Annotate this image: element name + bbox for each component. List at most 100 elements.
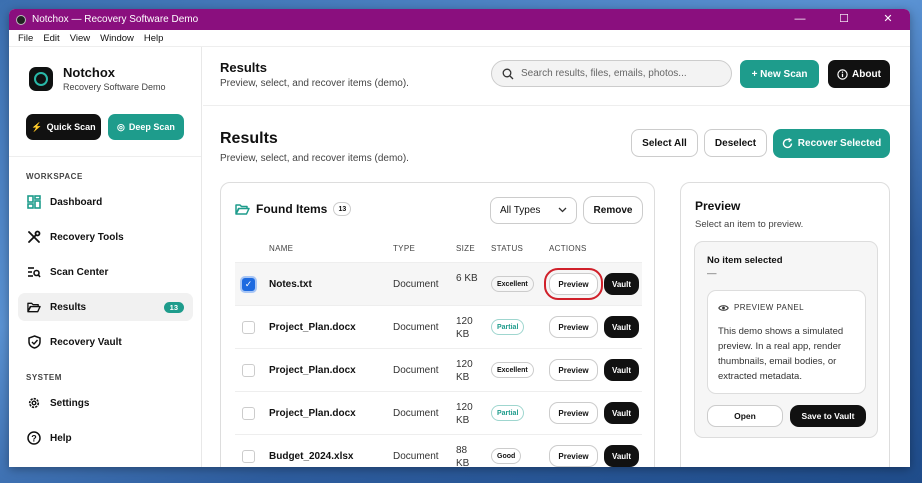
chevron-down-icon (558, 205, 567, 214)
col-header-actions: ACTIONS (549, 244, 587, 253)
menu-window[interactable]: Window (95, 33, 139, 44)
page-title: Results (220, 130, 278, 147)
preview-title: Preview (695, 199, 741, 213)
row-name: Project_Plan.docx (269, 365, 356, 376)
sidebar-item-recovery-tools[interactable]: Recovery Tools (18, 223, 193, 251)
sidebar-item-settings[interactable]: Settings (18, 389, 193, 417)
system-label: SYSTEM (26, 373, 62, 382)
preview-button[interactable]: Preview (544, 268, 603, 300)
table-row[interactable]: Project_Plan.docx Document 120 KB Partia… (235, 391, 642, 434)
minimize-button[interactable]: — (778, 9, 822, 30)
bolt-icon: ⚡ (31, 121, 43, 132)
found-items-header: Found Items 13 (235, 202, 352, 216)
preview-panel: PREVIEW PANEL This demo shows a simulate… (707, 290, 866, 394)
preview-panel-text: This demo shows a simulated preview. In … (718, 326, 844, 382)
new-scan-button[interactable]: + New Scan (740, 60, 819, 88)
row-size: 6 KB (456, 273, 478, 284)
col-header-type: TYPE (393, 244, 416, 253)
menu-help[interactable]: Help (139, 33, 169, 44)
row-checkbox[interactable] (242, 364, 255, 377)
row-checkbox[interactable] (242, 321, 255, 334)
col-header-status: STATUS (491, 244, 524, 253)
status-badge: Excellent (491, 276, 534, 292)
status-badge: Excellent (491, 362, 534, 378)
top-bar: Results Preview, select, and recover ite… (203, 47, 910, 106)
no-item-placeholder: — (707, 268, 717, 279)
dashboard-icon (27, 195, 41, 209)
sidebar-item-label: Dashboard (50, 196, 103, 208)
menu-view[interactable]: View (65, 33, 95, 44)
app-window: Notchox — Recovery Software Demo — ☐ ✕ F… (9, 9, 910, 467)
sidebar-item-label: Results (50, 301, 87, 313)
row-name: Budget_2024.xlsx (269, 451, 354, 462)
about-button[interactable]: About (828, 60, 890, 88)
brand-name: Notchox (63, 65, 115, 80)
preview-button[interactable]: Preview (549, 445, 598, 467)
search-input[interactable]: Search results, files, emails, photos... (491, 60, 732, 87)
select-all-button[interactable]: Select All (631, 129, 698, 157)
preview-panel-label: PREVIEW PANEL (734, 303, 804, 312)
scan-center-icon (27, 265, 41, 279)
window-title: Notchox — Recovery Software Demo (32, 14, 199, 25)
row-size: 120 KB (456, 359, 473, 383)
open-button[interactable]: Open (707, 405, 783, 427)
preview-card: Preview Select an item to preview. No it… (680, 182, 890, 467)
table-row[interactable]: ✓ Notes.txt Document 6 KB Excellent Prev… (235, 262, 642, 305)
vault-button[interactable]: Vault (604, 402, 639, 424)
save-to-vault-button[interactable]: Save to Vault (790, 405, 866, 427)
deselect-button[interactable]: Deselect (704, 129, 767, 157)
sidebar-item-label: Scan Center (50, 266, 109, 278)
table-row[interactable]: Budget_2024.xlsx Document 88 KB Good Pre… (235, 434, 642, 467)
sidebar-item-label: Help (50, 432, 72, 444)
status-badge: Partial (491, 405, 525, 421)
sidebar: Notchox Recovery Software Demo ⚡ Quick S… (9, 47, 202, 467)
sidebar-item-recovery-vault[interactable]: Recovery Vault (18, 328, 193, 356)
vault-button[interactable]: Vault (604, 273, 639, 295)
table-row[interactable]: Project_Plan.docx Document 120 KB Partia… (235, 305, 642, 348)
col-header-name: NAME (269, 244, 294, 253)
menu-edit[interactable]: Edit (38, 33, 64, 44)
help-icon: ? (27, 431, 41, 445)
status-badge: Partial (491, 319, 525, 335)
page-subtitle: Preview, select, and recover items (demo… (220, 153, 409, 164)
type-filter-select[interactable]: All Types (490, 197, 577, 224)
table-row[interactable]: Project_Plan.docx Document 120 KB Excell… (235, 348, 642, 391)
remove-button[interactable]: Remove (583, 196, 643, 224)
sidebar-item-dashboard[interactable]: Dashboard (18, 188, 193, 216)
sidebar-item-help[interactable]: ? Help (18, 424, 193, 452)
folder-open-icon (235, 203, 250, 216)
row-size: 120 KB (456, 402, 473, 426)
row-checkbox[interactable] (242, 450, 255, 463)
recover-selected-label: Recover Selected (797, 138, 882, 149)
brand: Notchox Recovery Software Demo (29, 65, 166, 92)
sidebar-item-results[interactable]: Results 13 (18, 293, 193, 321)
svg-text:?: ? (31, 434, 37, 444)
recover-icon (782, 138, 793, 149)
target-icon: ◎ (117, 121, 125, 132)
preview-button[interactable]: Preview (549, 359, 598, 381)
gear-icon (27, 396, 41, 410)
preview-button[interactable]: Preview (549, 316, 598, 338)
vault-button[interactable]: Vault (604, 445, 639, 467)
vault-button[interactable]: Vault (604, 359, 639, 381)
sidebar-item-label: Settings (50, 397, 90, 409)
row-checkbox[interactable]: ✓ (242, 278, 255, 291)
close-button[interactable]: ✕ (866, 9, 910, 30)
quick-scan-button[interactable]: ⚡ Quick Scan (26, 114, 101, 140)
row-type: Document (393, 408, 439, 419)
topbar-subtitle: Preview, select, and recover items (demo… (220, 78, 409, 89)
row-name: Notes.txt (269, 279, 312, 290)
maximize-button[interactable]: ☐ (822, 9, 866, 30)
menu-file[interactable]: File (13, 33, 38, 44)
row-checkbox[interactable] (242, 407, 255, 420)
sidebar-item-label: Recovery Vault (50, 336, 122, 348)
preview-button[interactable]: Preview (549, 402, 598, 424)
deep-scan-label: Deep Scan (128, 122, 175, 132)
recover-selected-button[interactable]: Recover Selected (773, 129, 890, 158)
brand-subtitle: Recovery Software Demo (63, 82, 166, 92)
row-name: Project_Plan.docx (269, 322, 356, 333)
vault-button[interactable]: Vault (604, 316, 639, 338)
sidebar-item-scan-center[interactable]: Scan Center (18, 258, 193, 286)
deep-scan-button[interactable]: ◎ Deep Scan (108, 114, 184, 140)
quick-scan-label: Quick Scan (46, 122, 96, 132)
